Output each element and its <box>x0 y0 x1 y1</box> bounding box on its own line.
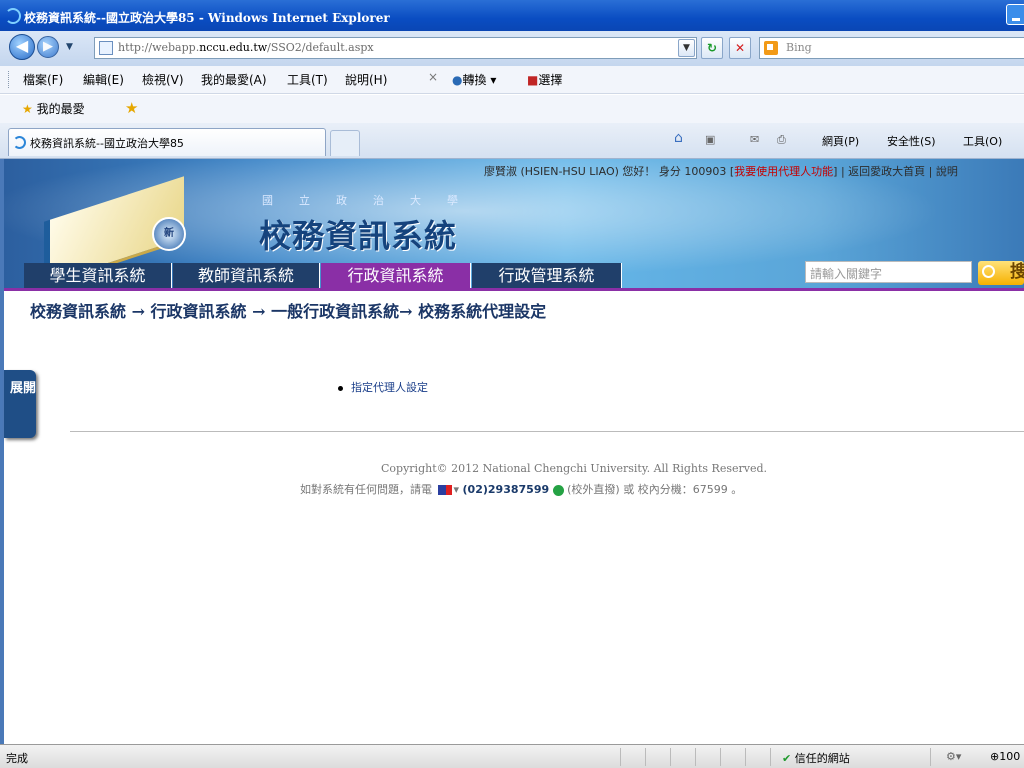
proxy-function-link[interactable]: 我要使用代理人功能 <box>734 165 833 178</box>
status-bar: 完成 ✔ 信任的網站 ⚙▾ ⊕100 <box>0 744 1024 768</box>
list-item: 指定代理人設定 <box>338 379 428 395</box>
header-links[interactable]: ] | 返回愛政大首頁 | 說明 <box>833 165 958 178</box>
zoom-level[interactable]: ⊕100 <box>990 750 1020 763</box>
user-greeting: 廖賢淑 (HSIEN-HSU LIAO) 您好！ 身分 100903 [我要使用… <box>484 163 958 179</box>
search-placeholder: Bing <box>786 41 812 54</box>
menu-view[interactable]: 檢視(V) <box>142 71 184 88</box>
search-button-label: 搜 <box>1010 262 1024 282</box>
page-icon <box>99 41 113 55</box>
add-favorite-icon[interactable]: ★ <box>125 99 138 117</box>
keyword-search-input[interactable]: 請輸入關鍵字 <box>805 261 972 283</box>
url-path: /SSO2/default.aspx <box>267 41 374 54</box>
safety-menu-button[interactable]: 安全性(S) <box>887 133 936 149</box>
forward-button[interactable]: ▶ <box>37 36 59 58</box>
system-title: 校務資訊系統 <box>259 217 458 255</box>
mail-icon[interactable]: ✉ <box>750 133 759 146</box>
flag-icon <box>437 485 452 495</box>
search-icon <box>982 265 995 278</box>
page-menu-button[interactable]: 網頁(P) <box>822 133 859 149</box>
nav-tab-admin-info[interactable]: 行政資訊系統 <box>321 263 471 289</box>
zone-label: 信任的網站 <box>794 752 850 765</box>
window-title: 校務資訊系統--國立政治大學85 - Windows Internet Expl… <box>24 11 390 25</box>
url-host: nccu.edu.tw <box>199 41 268 54</box>
favorites-button[interactable]: ★ 我的最愛 <box>22 100 85 117</box>
zoom-value: 100 <box>999 750 1021 763</box>
contact-suffix: (校外直撥) 或 校內分機：67599 。 <box>567 483 743 496</box>
select-icon: ■ <box>527 73 539 87</box>
url-prefix: http://webapp. <box>118 41 200 54</box>
favorites-bar <box>0 95 1024 123</box>
book-logo <box>44 176 224 287</box>
menu-edit[interactable]: 編輯(E) <box>83 71 124 88</box>
menu-favorites[interactable]: 我的最愛(A) <box>201 71 267 88</box>
user-info: 廖賢淑 (HSIEN-HSU LIAO) 您好！ 身分 100903 [ <box>484 165 735 178</box>
minimize-button[interactable] <box>1006 4 1024 25</box>
translate-label: 轉換 <box>462 73 487 87</box>
phone-icon[interactable] <box>552 484 564 496</box>
translate-icon: ● <box>452 73 463 87</box>
menu-tools[interactable]: 工具(T) <box>287 71 328 88</box>
rss-icon[interactable]: ▣ <box>705 133 715 146</box>
address-dropdown[interactable]: ▼ <box>678 39 695 57</box>
nav-underline <box>4 288 1024 291</box>
status-text: 完成 <box>6 752 28 765</box>
university-name: 國立政治大學 <box>262 194 484 207</box>
keyword-search-button[interactable]: 搜 <box>978 261 1024 285</box>
contact-prefix: 如對系統有任何問題，請電 <box>300 483 432 496</box>
translate-button[interactable]: ●轉換 ▾ <box>452 71 496 88</box>
breadcrumb: 校務資訊系統 → 行政資訊系統 → 一般行政資訊系統→ 校務系統代理設定 <box>30 302 547 321</box>
nav-tab-admin-mgmt[interactable]: 行政管理系統 <box>472 263 622 289</box>
back-button[interactable]: ◀ <box>9 34 35 60</box>
window-title-bar: 校務資訊系統--國立政治大學85 - Windows Internet Expl… <box>0 0 1024 31</box>
refresh-button[interactable]: ↻ <box>701 37 723 59</box>
star-icon: ★ <box>22 102 33 116</box>
menu-help[interactable]: 說明(H) <box>345 71 387 88</box>
copyright: Copyright© 2012 National Chengchi Univer… <box>381 462 768 475</box>
expand-sidebar-button[interactable]: 展開 <box>4 370 36 438</box>
recent-pages-dropdown[interactable]: ▼ <box>66 42 73 52</box>
ie-icon <box>13 136 26 149</box>
protected-mode-icon[interactable]: ⚙▾ <box>946 750 961 763</box>
address-input[interactable]: http://webapp.nccu.edu.tw/SSO2/default.a… <box>94 37 697 59</box>
check-icon: ✔ <box>782 752 792 765</box>
assign-proxy-link[interactable]: 指定代理人設定 <box>351 381 428 394</box>
security-zone[interactable]: ✔ 信任的網站 <box>782 750 850 766</box>
search-box[interactable]: Bing <box>759 37 1024 59</box>
stop-button[interactable]: ✕ <box>729 37 751 59</box>
print-icon[interactable]: ⎙ <box>777 133 786 147</box>
close-toolbar-button[interactable]: × <box>428 70 438 84</box>
nav-tab-student[interactable]: 學生資訊系統 <box>24 263 172 289</box>
select-label: 選擇 <box>538 73 563 87</box>
university-seal: 新 <box>152 217 186 251</box>
tab-active[interactable]: 校務資訊系統--國立政治大學85 <box>8 128 326 156</box>
divider <box>70 431 1024 432</box>
bing-icon <box>764 41 778 55</box>
favorites-label: 我的最愛 <box>36 102 85 116</box>
contact-info: 如對系統有任何問題，請電 ▾ (02)29387599 (校外直撥) 或 校內分… <box>300 483 743 496</box>
tab-label: 校務資訊系統--國立政治大學85 <box>30 137 184 150</box>
tools-menu-button[interactable]: 工具(O) <box>963 133 1002 149</box>
new-tab-button[interactable] <box>330 130 360 156</box>
phone-number[interactable]: (02)29387599 <box>463 483 550 496</box>
select-button[interactable]: ■選擇 <box>527 71 562 88</box>
nav-tab-faculty[interactable]: 教師資訊系統 <box>173 263 320 289</box>
home-icon[interactable]: ⌂ <box>674 130 683 146</box>
keyword-placeholder: 請輸入關鍵字 <box>810 267 883 281</box>
bullet-icon <box>338 385 343 391</box>
menu-file[interactable]: 檔案(F) <box>23 71 63 88</box>
ie-icon <box>5 8 21 24</box>
